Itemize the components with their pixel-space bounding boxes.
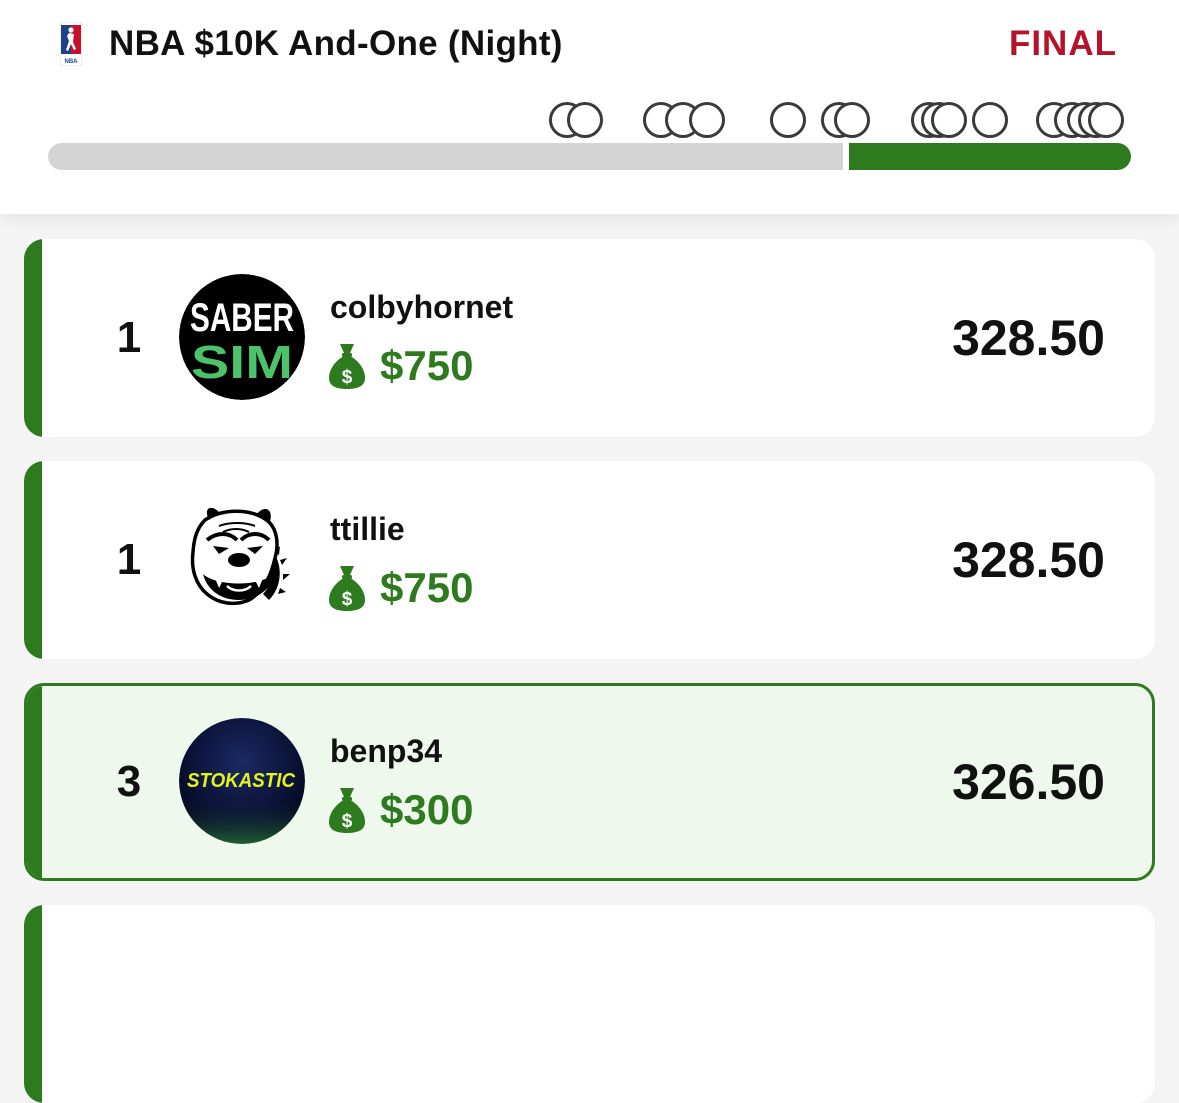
player-marker [972, 102, 1008, 138]
player-marker [567, 102, 603, 138]
leaderboard-row[interactable]: 1 SABER SIM colbyhornet $ $750 328.50 [24, 239, 1155, 437]
fantasy-score: 328.50 [952, 310, 1105, 366]
contest-header: NBA NBA $10K And-One (Night) FINAL [0, 0, 1179, 214]
player-marker [931, 102, 967, 138]
fantasy-score: 328.50 [952, 532, 1105, 588]
avatar-text-bottom: SIM [191, 336, 293, 388]
contest-title: NBA $10K And-One (Night) [109, 24, 563, 63]
player-marker [834, 102, 870, 138]
fantasy-score: 326.50 [952, 754, 1105, 810]
prize: $ $750 [328, 563, 473, 613]
money-bag-icon: $ [329, 788, 365, 833]
player-marker [1088, 102, 1124, 138]
rank-stripe [24, 461, 42, 659]
avatar-text: STOKASTIC [187, 770, 296, 792]
prize-amount: $300 [380, 786, 474, 833]
rank-number: 1 [116, 535, 142, 584]
nba-logo-icon: NBA [60, 22, 82, 66]
player-marker [770, 102, 806, 138]
contest-status-badge: FINAL [1008, 24, 1117, 63]
username[interactable]: benp34 [330, 731, 442, 771]
rank-stripe [24, 239, 42, 437]
money-bag-icon: $ [329, 344, 365, 389]
prize: $ $300 [328, 785, 473, 835]
money-bag-icon: $ [329, 566, 365, 611]
player-marker [689, 102, 725, 138]
svg-text:$: $ [342, 367, 353, 388]
rank-number: 3 [116, 757, 142, 806]
prize-amount: $750 [380, 564, 474, 611]
leaderboard-row-current-user[interactable]: 3 STOKASTIC benp34 $ $300 326.50 [24, 683, 1155, 881]
svg-text:$: $ [342, 589, 353, 610]
stokastic-logo-avatar[interactable]: STOKASTIC [179, 718, 305, 844]
rank-stripe [27, 686, 42, 878]
leaderboard-row[interactable]: 1 ttillie $ $750 328.50 [24, 461, 1155, 659]
svg-text:NBA: NBA [65, 59, 79, 65]
rank-number: 1 [116, 313, 142, 362]
prize-amount: $750 [380, 342, 474, 389]
progress-bar-fill [849, 143, 1131, 170]
username[interactable]: colbyhornet [330, 287, 513, 327]
avatar-text-top: SABER [190, 296, 294, 340]
bulldog-avatar[interactable] [179, 496, 305, 622]
rank-stripe [24, 905, 42, 1103]
sabersim-logo-avatar[interactable]: SABER SIM [179, 274, 305, 400]
username[interactable]: ttillie [330, 509, 405, 549]
contest-progress-bar [48, 143, 1131, 170]
svg-text:$: $ [342, 811, 353, 832]
prize: $ $750 [328, 341, 473, 391]
leaderboard-row[interactable] [24, 905, 1155, 1103]
